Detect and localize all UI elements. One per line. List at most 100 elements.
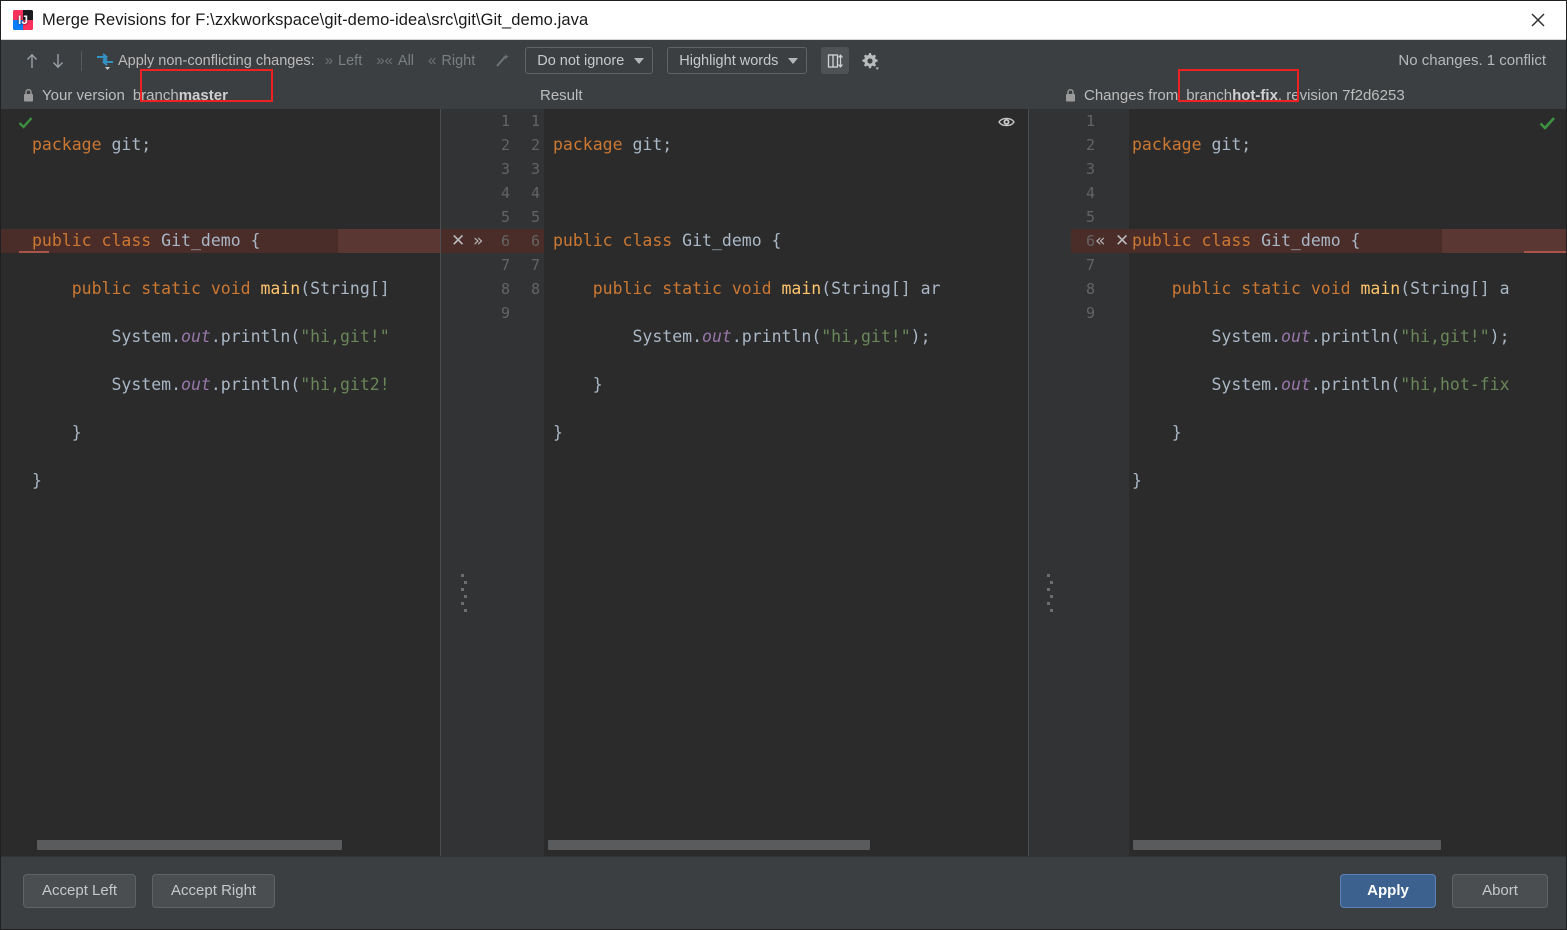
magic-wand-icon [496, 53, 510, 67]
apply-changes-icon [97, 52, 113, 70]
accept-checkmark-icon [1539, 117, 1555, 130]
apply-all-label: All [397, 52, 415, 69]
gutter-right-line-number: 1 [530, 112, 540, 130]
gear-icon [862, 52, 880, 70]
apply-left-label: Left [338, 52, 363, 69]
window-title: Merge Revisions for F:\zxkworkspace\git-… [42, 10, 589, 29]
title-bar: IJ Merge Revisions for F:\zxkworkspace\g… [1, 1, 1566, 40]
close-window-button[interactable] [1516, 2, 1560, 39]
right-horizontal-scrollbar[interactable] [1133, 840, 1553, 850]
right-editor-pane[interactable]: package git; public class Git_demo { pub… [1129, 109, 1566, 856]
scrollbar-thumb[interactable] [37, 840, 342, 850]
collapse-unchanged-icon [828, 53, 844, 68]
left-editor-pane[interactable]: package git; public class Git_demo { pub… [1, 109, 441, 856]
gutter-right-line-number: 2 [530, 136, 540, 154]
ignore-policy-select[interactable]: Do not ignore [525, 47, 654, 74]
eye-preview-icon [998, 117, 1015, 127]
gutter-left-line-number: 3 [500, 160, 510, 178]
gutter-left-line-number: 5 [500, 208, 510, 226]
result-pane-title: Result [540, 86, 583, 104]
result-editor-pane[interactable]: package git; public class Git_demo { pub… [544, 109, 1029, 856]
scrollbar-thumb[interactable] [1133, 840, 1441, 850]
double-chevron-both-icon: »« [376, 52, 393, 69]
accept-right-change-button[interactable]: « [1095, 229, 1105, 253]
gutter-left-line-number: 2 [500, 136, 510, 154]
code-line: System.out.println("hi,git!" [111, 327, 390, 346]
left-branch-prefix: branch [132, 86, 179, 104]
code-line: } [32, 471, 42, 490]
gutter-right-line-number: 4 [530, 184, 540, 202]
left-divider-column[interactable]: ✕ » [441, 109, 486, 856]
left-accept-status-icon [18, 116, 33, 133]
gutter-left-line-number: 8 [500, 280, 510, 298]
right-revision: , revision 7f2d6253 [1277, 86, 1405, 104]
abort-button[interactable]: Abort [1452, 873, 1548, 908]
right-gutter: 1 2 3 4 5 6 7 8 9 « ✕ [1071, 109, 1129, 856]
code-line: System.out.println("hi,hot-fix [1211, 375, 1510, 394]
right-divider-column[interactable] [1029, 109, 1071, 856]
accept-left-button[interactable]: Accept Left [23, 873, 137, 908]
accept-right-button[interactable]: Accept Right [152, 873, 276, 908]
gutter-right-line-number: 3 [530, 160, 540, 178]
code-line: public static void main(String[] [71, 279, 390, 298]
accept-left-change-button[interactable]: » [473, 229, 483, 253]
gutter-left-line-number: 7 [500, 256, 510, 274]
apply-non-conflicting-label: Apply non-conflicting changes: [118, 52, 315, 69]
gutter-left-line-number: 4 [500, 184, 510, 202]
code-line: public class Git_demo { [553, 231, 782, 250]
result-horizontal-scrollbar[interactable] [548, 840, 878, 850]
preview-toggle-button[interactable] [998, 115, 1015, 134]
gutter-right-line-number: 7 [530, 256, 540, 274]
merge-status-text: No changes. 1 conflict [1398, 52, 1546, 69]
right-line-number: 7 [1085, 256, 1095, 274]
revert-conflict-left-button[interactable]: ✕ [451, 229, 465, 253]
highlight-policy-value: Highlight words [679, 52, 779, 69]
collapse-unchanged-toggle[interactable] [821, 47, 850, 74]
code-line: public class Git_demo { [32, 231, 261, 250]
code-line: } [71, 423, 82, 442]
magic-resolve-button[interactable] [489, 48, 515, 74]
dialog-button-bar: Accept Left Accept Right Apply Abort [1, 856, 1566, 924]
apply-right-button[interactable]: « Right [428, 53, 475, 69]
pane-headers: Your version branch master Result Change… [1, 69, 1566, 109]
code-line: System.out.println("hi,git!"); [1211, 327, 1510, 346]
gutter-right-line-number: 6 [530, 232, 540, 250]
next-difference-button[interactable] [45, 48, 71, 74]
accept-checkmark-icon [18, 117, 33, 129]
result-code-text: package git; public class Git_demo { pub… [553, 109, 940, 493]
right-accept-status-icon [1539, 116, 1556, 134]
chevron-down-icon [634, 57, 645, 64]
code-line: public class Git_demo { [1132, 231, 1361, 250]
right-branch-name: hot-fix [1232, 86, 1278, 104]
highlight-policy-select[interactable]: Highlight words [667, 47, 808, 74]
merge-toolbar: Apply non-conflicting changes: » Left »«… [1, 40, 1566, 81]
lock-icon [1064, 88, 1077, 103]
apply-left-button[interactable]: » Left [325, 53, 363, 69]
scrollbar-thumb[interactable] [548, 840, 870, 850]
right-line-number: 5 [1085, 208, 1095, 226]
settings-button[interactable] [857, 48, 883, 74]
right-line-number: 8 [1085, 280, 1095, 298]
left-divider-drag-handle[interactable] [461, 574, 467, 616]
right-branch-prefix: branch [1186, 86, 1233, 104]
revert-conflict-right-button[interactable]: ✕ [1115, 229, 1129, 253]
close-icon [1531, 13, 1545, 27]
apply-all-button[interactable]: »« All [376, 53, 414, 69]
right-conflict-underline [1524, 251, 1566, 253]
apply-button[interactable]: Apply [1340, 873, 1436, 908]
arrow-up-icon [26, 53, 38, 68]
left-horizontal-scrollbar[interactable] [37, 840, 407, 850]
apply-all-changes-button[interactable] [92, 48, 118, 74]
gutter-left-line-number: 6 [500, 232, 510, 250]
ignore-policy-value: Do not ignore [537, 52, 625, 69]
right-divider-drag-handle[interactable] [1047, 574, 1053, 616]
code-line: System.out.println("hi,git!"); [632, 327, 931, 346]
code-line: package git; [553, 135, 673, 154]
right-pane-header: Changes from branch hot-fix , revision 7… [1031, 69, 1566, 109]
code-line: } [1132, 471, 1142, 490]
left-pane-header: Your version branch master [1, 69, 441, 109]
previous-difference-button[interactable] [19, 48, 45, 74]
merge-revisions-window: IJ Merge Revisions for F:\zxkworkspace\g… [0, 0, 1567, 930]
